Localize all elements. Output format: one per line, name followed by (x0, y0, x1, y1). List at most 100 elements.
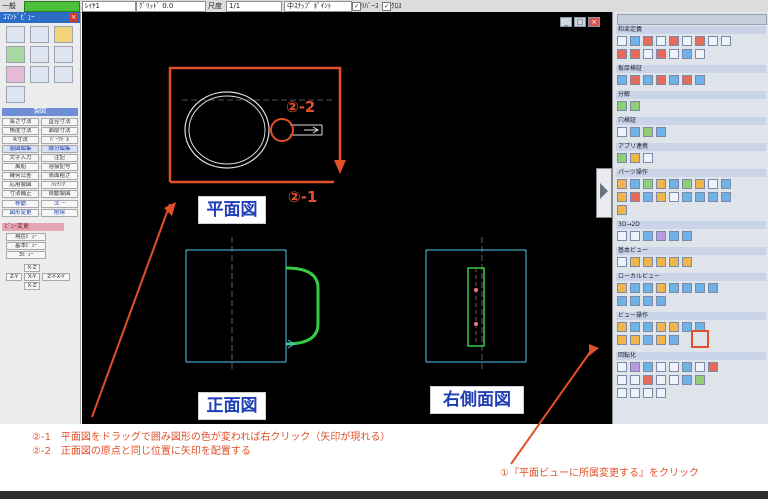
pointer-arrow (91, 203, 171, 418)
tool-row[interactable] (617, 153, 656, 165)
cmd-button[interactable]: 削除 (41, 209, 78, 217)
cmd-button[interactable]: 図形変更 (2, 209, 39, 217)
dimension-icon[interactable] (30, 26, 49, 43)
reverse-label: ﾘﾊﾞｰｽ (361, 2, 379, 10)
cmd-button[interactable]: 線分編集 (41, 145, 78, 153)
section-view-change: ﾋﾞｭｰ変更 (2, 223, 64, 231)
section-header: パーツ操作 (616, 169, 766, 177)
scale-select[interactable]: 1/1 (226, 1, 282, 12)
cmd-button[interactable]: 製図編集 (2, 145, 39, 153)
tool-row[interactable] (617, 75, 708, 87)
expand-arrow-icon (600, 183, 608, 199)
mug-rim-outer (184, 91, 270, 169)
cmd-button[interactable]: ｺﾋﾟｰ (41, 200, 78, 208)
palette-scroll-tab[interactable] (617, 14, 767, 25)
view-button[interactable]: 基本ﾋﾞｭｰ (6, 242, 46, 250)
command-palette: ｺﾏﾝﾄﾞﾋﾞｭｰ × 製図 長さ寸法 直径寸法 角度寸法 面取寸法 R寸法 ﾊ… (0, 12, 81, 424)
cmd-button[interactable]: 表面粗さ (41, 172, 78, 180)
axis-button[interactable]: Z-Y (6, 273, 22, 281)
draw-icon[interactable] (6, 26, 25, 43)
camera-icon[interactable] (54, 66, 73, 83)
cmd-button[interactable]: 幾何公差 (2, 172, 39, 180)
scale-label: 尺度 (208, 2, 222, 10)
axis-button[interactable]: Z-Y-X-Y (42, 273, 70, 281)
cmd-button[interactable]: R寸法 (2, 136, 39, 144)
brush-icon[interactable] (6, 86, 25, 103)
bottom-strip (0, 491, 768, 499)
hole-marker (474, 288, 478, 292)
section-header: 穴検証 (616, 117, 766, 125)
cmd-button[interactable]: 注記 (41, 154, 78, 162)
tool-row[interactable] (617, 179, 734, 191)
section-header: 分解 (616, 91, 766, 99)
front-view-body (185, 249, 287, 363)
view-button[interactable]: 3ﾋﾞｭｰ (6, 251, 46, 259)
tool-row[interactable] (617, 205, 630, 217)
axis-button[interactable]: X-Z (24, 264, 40, 272)
section-drawing: 製図 (2, 108, 78, 116)
tool-row[interactable] (617, 296, 669, 308)
cmd-button[interactable]: 移動 (2, 200, 39, 208)
tool-row[interactable] (617, 257, 695, 269)
cmd-button[interactable]: ﾊﾟｰﾂﾄﾞﾙ (41, 136, 78, 144)
view-label-front: 正面図 (198, 392, 266, 420)
eraser-icon[interactable] (54, 26, 73, 43)
reverse-checkbox[interactable]: ✓ (352, 2, 361, 11)
front-view-handle (285, 266, 320, 346)
tool-row[interactable] (617, 127, 669, 139)
instruction-line-1: ②-1 平面図をドラッグで囲み図形の色が変われば右クリック（矢印が現れる） (32, 432, 391, 443)
grid-select[interactable]: ｸﾞﾘｯﾄﾞ 0.0 (136, 1, 206, 12)
tool-row[interactable] (617, 36, 734, 48)
mark-2-1: ②-1 (288, 188, 318, 206)
cmd-button[interactable]: 長さ寸法 (2, 118, 39, 126)
close-icon[interactable]: × (69, 13, 78, 22)
cross-checkbox[interactable]: ✓ (382, 2, 391, 11)
tool-row[interactable] (617, 101, 643, 113)
color-swatch[interactable] (24, 1, 80, 12)
cmd-button[interactable]: 自動製図 (41, 190, 78, 198)
hole-marker (474, 322, 478, 326)
view-label-top: 平面図 (198, 196, 266, 224)
section-header: 基本ビュー (616, 247, 766, 255)
tool-row[interactable] (617, 283, 721, 295)
cmd-button[interactable]: 応用製図 (2, 181, 39, 189)
axis-button[interactable]: X-Y (24, 273, 40, 281)
section-header: ローカルビュー (616, 273, 766, 281)
cross-label: ｸﾛｽ (391, 2, 402, 10)
cmd-button[interactable]: 面取寸法 (41, 127, 78, 135)
mug-rim-inner (188, 95, 266, 165)
cmd-button[interactable]: 溶接記号 (41, 163, 78, 171)
cmd-button[interactable]: 直径寸法 (41, 118, 78, 126)
tool-row[interactable] (617, 192, 734, 204)
section-header: ビュー操作 (616, 312, 766, 320)
callout-arrow-head (589, 344, 599, 356)
toolbar-item1[interactable]: 一般 (2, 1, 16, 11)
cmd-button[interactable]: 風船 (2, 163, 39, 171)
instruction-right-note: ①『平面ビューに所属変更する』をクリック (500, 468, 699, 479)
tree-icon[interactable] (54, 46, 73, 63)
layout-icon[interactable] (30, 46, 49, 63)
cmd-button[interactable]: 寸法補正 (2, 190, 39, 198)
section-header: 板厚検証 (616, 65, 766, 73)
origin-marker-circle (270, 118, 294, 142)
palette-title: ｺﾏﾝﾄﾞﾋﾞｭｰ (0, 12, 80, 23)
callout-arrow-svg (510, 344, 599, 465)
render-icon[interactable] (6, 66, 25, 83)
layer-select[interactable]: ﾚｲﾔ1 (82, 1, 136, 12)
cmd-button[interactable]: ﾊｯﾁﾝｸﾞ (41, 181, 78, 189)
tool-palette: 和束定義 板厚検証 分解 穴検証 アプリ連携 パーツ操作 3D→2D 基本ビュー… (510, 12, 768, 465)
section-header: 和束定義 (616, 26, 766, 34)
snap-select[interactable]: 中ｽﾅｯﾌﾟ ﾎﾟｲﾝﾄ (284, 1, 352, 12)
tool-row[interactable] (617, 49, 708, 61)
panel-expander[interactable] (596, 168, 612, 218)
axis-button[interactable]: X-Z (24, 282, 40, 290)
view-button[interactable]: 現在ﾋﾞｭｰ (6, 233, 46, 241)
cmd-button[interactable]: 文字入力 (2, 154, 39, 162)
library-icon[interactable] (30, 66, 49, 83)
callout-arrow (510, 347, 594, 465)
cmd-button[interactable]: 角度寸法 (2, 127, 39, 135)
instruction-line-2: ②-2 正面図の原点と同じ位置に矢印を配置する (32, 446, 251, 457)
tool-row[interactable] (617, 231, 695, 243)
section-header: 3D→2D (616, 221, 766, 229)
solid-icon[interactable] (6, 46, 25, 63)
